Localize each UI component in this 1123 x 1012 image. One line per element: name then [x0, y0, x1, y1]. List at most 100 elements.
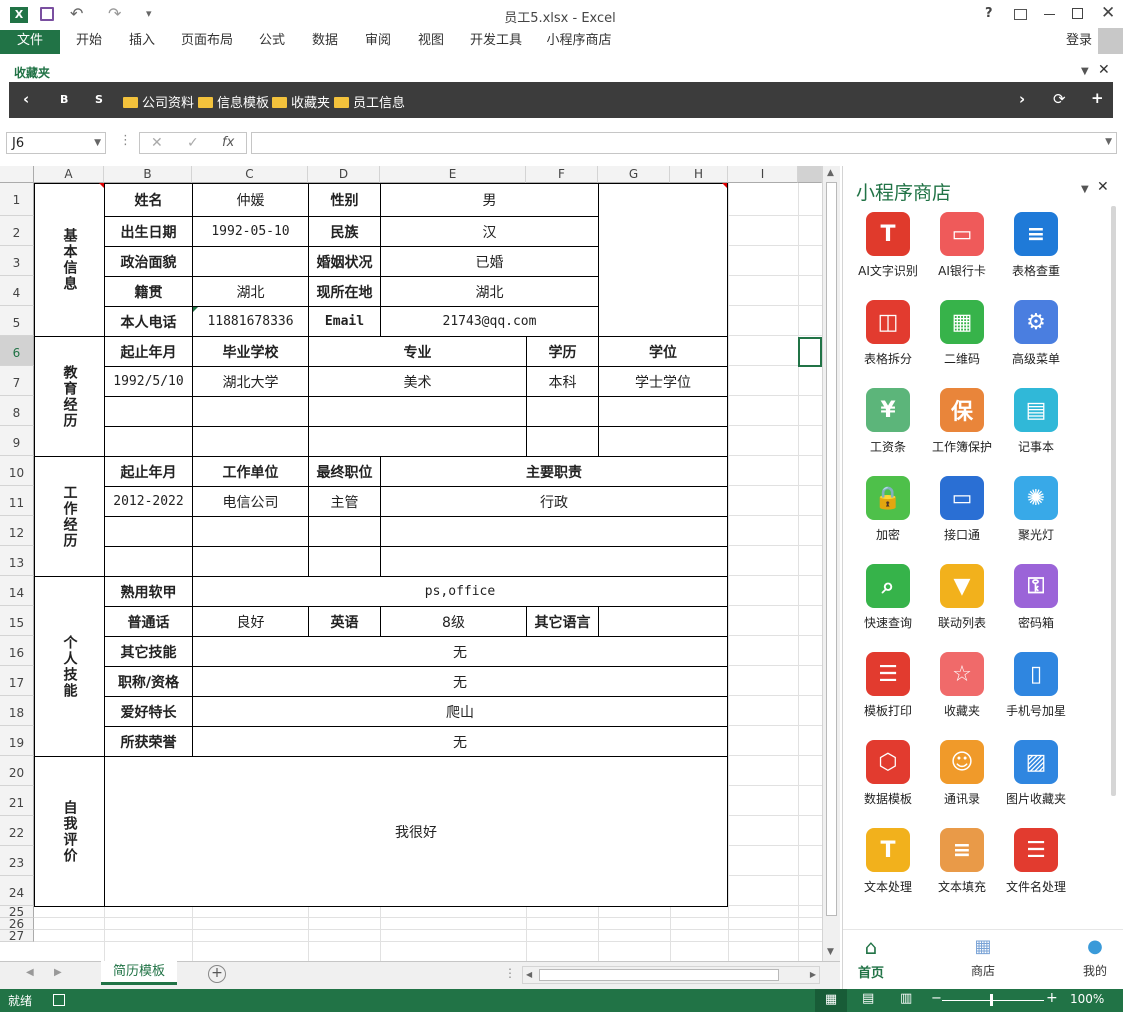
row-header-13[interactable]: 13	[0, 546, 34, 576]
sheet-tab-resume[interactable]: 简历模板	[101, 961, 177, 985]
app-tile[interactable]: 保工作簿保护	[921, 388, 1003, 468]
edu-major-label[interactable]: 专业	[309, 337, 527, 367]
scroll-down-icon[interactable]: ▼	[827, 947, 834, 957]
honor-value[interactable]: 无	[193, 727, 728, 757]
scroll-thumb[interactable]	[826, 182, 837, 916]
row-header-12[interactable]: 12	[0, 516, 34, 546]
close-icon[interactable]: ✕	[1101, 3, 1115, 23]
section-self-evaluation[interactable]: 自我评价	[35, 757, 105, 907]
split-handle-icon[interactable]: ⋮	[504, 966, 516, 980]
tab-data[interactable]: 数据	[302, 30, 348, 54]
row-header-15[interactable]: 15	[0, 606, 34, 636]
edu-empty-cell[interactable]	[527, 427, 599, 457]
marital-value[interactable]: 已婚	[381, 247, 599, 277]
zoom-out-icon[interactable]: −	[931, 991, 942, 1006]
work-empty-cell[interactable]	[105, 517, 193, 547]
edu-empty-cell[interactable]	[309, 427, 527, 457]
name-box[interactable]: J6 ▼	[6, 132, 106, 154]
app-tile[interactable]: ⚙ 高级菜单	[995, 300, 1077, 380]
row-header-3[interactable]: 3	[0, 246, 34, 276]
row-header-9[interactable]: 9	[0, 426, 34, 456]
work-period-label[interactable]: 起止年月	[105, 457, 193, 487]
politics-value[interactable]	[193, 247, 309, 277]
col-header-h[interactable]: H	[670, 166, 728, 183]
app-tile[interactable]: ◫ 表格拆分	[847, 300, 929, 380]
insert-function-icon[interactable]: fx	[222, 135, 234, 150]
app-tile[interactable]: ▭ AI银行卡	[921, 212, 1003, 292]
section-work[interactable]: 工作经历	[35, 457, 105, 577]
panel-close-icon[interactable]: ✕	[1097, 179, 1109, 195]
app-tile[interactable]: ▨ 图片收藏夹	[995, 740, 1077, 820]
zoom-slider[interactable]	[942, 1000, 1044, 1001]
row-header-18[interactable]: 18	[0, 696, 34, 726]
section-education[interactable]: 教育经历	[35, 337, 105, 457]
mandarin-value[interactable]: 良好	[193, 607, 309, 637]
edu-period-value[interactable]: 1992/5/10	[105, 367, 193, 397]
app-tile[interactable]: T 文本处理	[847, 828, 929, 908]
next-sheet-icon[interactable]: ▶	[54, 967, 62, 978]
other-language-value[interactable]	[599, 607, 728, 637]
edu-title-label[interactable]: 学位	[599, 337, 728, 367]
honor-label[interactable]: 所获荣誉	[105, 727, 193, 757]
active-cell-j6[interactable]	[798, 337, 822, 367]
work-duty-label[interactable]: 主要职责	[381, 457, 728, 487]
email-value[interactable]: 21743@qq.com	[381, 307, 599, 337]
residence-value[interactable]: 湖北	[381, 277, 599, 307]
name-label[interactable]: 姓名	[105, 184, 193, 217]
app-tile[interactable]: 🔒 加密	[847, 476, 929, 556]
phone-label[interactable]: 本人电话	[105, 307, 193, 337]
row-header-17[interactable]: 17	[0, 666, 34, 696]
hobby-label[interactable]: 爱好特长	[105, 697, 193, 727]
zoom-level[interactable]: 100%	[1070, 992, 1104, 1006]
hobby-value[interactable]: 爬山	[193, 697, 728, 727]
bold-bookmark[interactable]: B	[60, 93, 68, 106]
enter-icon[interactable]: ✓	[187, 135, 199, 151]
work-empty-cell[interactable]	[309, 547, 381, 577]
worksheet[interactable]: A B C D E F G H I 1 2 3 4 5 6 7 8 9 10 11 12 13 14 15 1…	[0, 166, 822, 961]
row-header-22[interactable]: 22	[0, 816, 34, 846]
prev-sheet-icon[interactable]: ◀	[26, 967, 34, 978]
row-header-5[interactable]: 5	[0, 306, 34, 336]
edu-major-value[interactable]: 美术	[309, 367, 527, 397]
photo-cell[interactable]	[599, 184, 728, 337]
work-empty-cell[interactable]	[381, 547, 728, 577]
app-tile[interactable]: ▼ 联动列表	[921, 564, 1003, 644]
english-value[interactable]: 8级	[381, 607, 527, 637]
app-tile[interactable]: ☰ 文件名处理	[995, 828, 1077, 908]
folder-favorites[interactable]: 收藏夹	[272, 92, 330, 111]
edu-school-label[interactable]: 毕业学校	[193, 337, 309, 367]
tab-formulas[interactable]: 公式	[249, 30, 295, 54]
edu-empty-cell[interactable]	[599, 427, 728, 457]
vertical-scrollbar[interactable]: ▲ ▼	[822, 166, 840, 961]
panel-collapse-icon[interactable]: ▼	[1081, 184, 1089, 195]
edu-empty-cell[interactable]	[193, 427, 309, 457]
cancel-icon[interactable]: ✕	[151, 135, 163, 151]
row-header-8[interactable]: 8	[0, 396, 34, 426]
work-empty-cell[interactable]	[309, 517, 381, 547]
formula-input[interactable]: ▼	[251, 132, 1117, 154]
col-header-a[interactable]: A	[34, 166, 104, 183]
col-header-f[interactable]: F	[526, 166, 598, 183]
maximize-icon[interactable]	[1072, 8, 1083, 19]
row-header-20[interactable]: 20	[0, 756, 34, 786]
dob-value[interactable]: 1992-05-10	[193, 217, 309, 247]
politics-label[interactable]: 政治面貌	[105, 247, 193, 277]
edu-empty-cell[interactable]	[527, 397, 599, 427]
tab-mini-program-store[interactable]: 小程序商店	[539, 30, 619, 54]
scroll-up-icon[interactable]: ▲	[827, 168, 834, 178]
app-tile[interactable]: ☰ 模板打印	[847, 652, 929, 732]
work-empty-cell[interactable]	[193, 547, 309, 577]
work-duty-value[interactable]: 行政	[381, 487, 728, 517]
tab-review[interactable]: 审阅	[355, 30, 401, 54]
col-header-e[interactable]: E	[380, 166, 526, 183]
tab-home[interactable]: 开始	[66, 30, 112, 54]
app-tile[interactable]: ≡ 表格查重	[995, 212, 1077, 292]
edu-period-label[interactable]: 起止年月	[105, 337, 193, 367]
edu-empty-cell[interactable]	[105, 397, 193, 427]
row-header-11[interactable]: 11	[0, 486, 34, 516]
row-header-2[interactable]: 2	[0, 216, 34, 246]
work-empty-cell[interactable]	[381, 517, 728, 547]
mandarin-label[interactable]: 普通话	[105, 607, 193, 637]
work-position-value[interactable]: 主管	[309, 487, 381, 517]
col-header-d[interactable]: D	[308, 166, 380, 183]
